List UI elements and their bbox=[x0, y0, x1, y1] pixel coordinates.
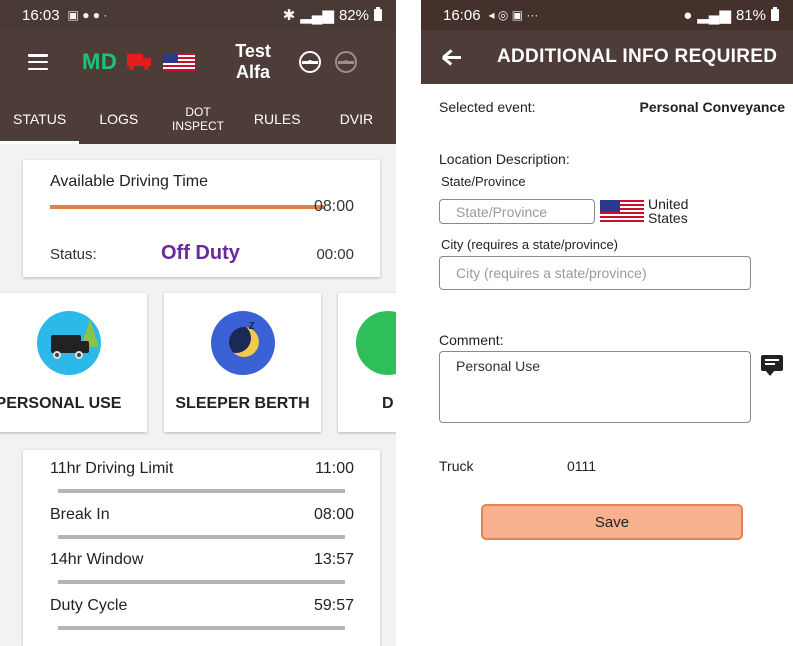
logs-screen: 16:03 ▣ ● ● · ✱ ▂▄▆ 82% MD Test Alfa STA… bbox=[0, 0, 396, 646]
city-input[interactable]: City (requires a state/province) bbox=[439, 256, 751, 290]
truck-value: 0111 bbox=[567, 458, 597, 474]
limit-name: Break In bbox=[50, 506, 110, 523]
bluetooth-icon: ✱ bbox=[282, 7, 296, 24]
app-bar: MD Test Alfa bbox=[0, 30, 396, 94]
us-flag-icon bbox=[163, 53, 196, 71]
screen-divider bbox=[396, 0, 421, 646]
limit-row: 14hr Window 13:57 bbox=[23, 541, 380, 587]
system-icons: ● ▂▄▆ 81% bbox=[683, 6, 779, 24]
available-driving-card: Available Driving Time 08:00 Status: Off… bbox=[23, 160, 380, 277]
limit-value: 59:57 bbox=[313, 597, 354, 614]
signal-icon: ▂▄▆ bbox=[697, 7, 731, 24]
limit-name: 14hr Window bbox=[50, 551, 144, 568]
sleeper-berth-card[interactable]: z SLEEPER BERTH bbox=[164, 293, 321, 432]
selected-event-value: Personal Conveyance bbox=[639, 99, 785, 115]
status-bar: 16:06 ◂ ◎ ▣ ··· ● ▂▄▆ 81% bbox=[421, 0, 793, 30]
limit-progress bbox=[58, 535, 345, 539]
md-label: MD bbox=[82, 49, 118, 74]
available-driving-progress bbox=[50, 205, 324, 209]
limit-row: Duty Cycle 59:57 bbox=[23, 587, 380, 633]
status-time: 00:00 bbox=[316, 246, 354, 263]
country-selector[interactable]: United States bbox=[648, 197, 688, 225]
limit-progress bbox=[58, 626, 345, 630]
driving-label: D bbox=[382, 395, 394, 412]
location-description-label: Location Description: bbox=[439, 151, 570, 167]
status-label: Status: bbox=[50, 246, 97, 263]
limit-name: 11hr Driving Limit bbox=[50, 460, 174, 477]
personal-use-card[interactable]: PERSONAL USE bbox=[0, 293, 147, 432]
available-driving-time: 08:00 bbox=[313, 198, 354, 215]
menu-icon[interactable] bbox=[28, 54, 48, 70]
location-icon: ● bbox=[683, 6, 693, 24]
available-driving-title: Available Driving Time bbox=[50, 173, 208, 190]
driving-icon bbox=[356, 311, 396, 375]
battery-level: 81% bbox=[735, 6, 766, 24]
us-flag-icon[interactable] bbox=[600, 200, 644, 222]
limit-progress bbox=[58, 489, 345, 493]
comment-textarea[interactable]: Personal Use bbox=[439, 351, 751, 423]
tab-dot-inspect[interactable]: DOT INSPECT bbox=[158, 94, 237, 144]
system-icons: ✱ ▂▄▆ 82% bbox=[283, 6, 382, 24]
battery-icon bbox=[771, 7, 779, 21]
state-province-label: State/Province bbox=[441, 174, 526, 189]
tab-bar: STATUS LOGS DOT INSPECT RULES DVIR bbox=[0, 94, 396, 144]
limit-row: Break In 08:00 bbox=[23, 496, 380, 542]
limit-value: 08:00 bbox=[313, 506, 354, 523]
battery-icon bbox=[374, 7, 382, 21]
city-label: City (requires a state/province) bbox=[441, 237, 619, 252]
page-title: ADDITIONAL INFO REQUIRED bbox=[497, 46, 778, 67]
status-bar: 16:03 ▣ ● ● · ✱ ▂▄▆ 82% bbox=[0, 0, 396, 30]
personal-use-icon bbox=[36, 311, 101, 375]
steering-wheel-secondary-icon[interactable] bbox=[334, 51, 357, 73]
comment-label: Comment: bbox=[439, 332, 504, 348]
additional-info-screen: 16:06 ◂ ◎ ▣ ··· ● ▂▄▆ 81% ADDITIONAL INF… bbox=[421, 0, 793, 646]
limit-value: 11:00 bbox=[315, 460, 354, 477]
tab-logs[interactable]: LOGS bbox=[79, 94, 158, 144]
clock: 16:03 bbox=[22, 6, 60, 24]
save-button[interactable]: Save bbox=[481, 504, 743, 540]
limits-card: 11hr Driving Limit 11:00 Break In 08:00 … bbox=[23, 450, 380, 646]
comment-icon[interactable] bbox=[761, 355, 783, 376]
tab-status[interactable]: STATUS bbox=[0, 94, 80, 144]
signal-icon: ▂▄▆ bbox=[300, 7, 334, 24]
notification-icons: ◂ ◎ ▣ ··· bbox=[488, 8, 539, 22]
battery-level: 82% bbox=[338, 6, 369, 24]
tab-rules[interactable]: RULES bbox=[238, 94, 317, 144]
sleeper-berth-icon: z bbox=[210, 311, 275, 375]
tab-dvir[interactable]: DVIR bbox=[317, 94, 396, 144]
driver-name: Test Alfa bbox=[235, 41, 271, 82]
truck-label: Truck bbox=[439, 458, 474, 474]
limit-progress bbox=[58, 580, 345, 584]
sleeper-berth-label: SLEEPER BERTH bbox=[175, 395, 310, 412]
limit-row: 11hr Driving Limit 11:00 bbox=[23, 450, 380, 496]
limit-name: Duty Cycle bbox=[50, 597, 128, 614]
status-value: Off Duty bbox=[161, 242, 240, 264]
driving-card[interactable]: D bbox=[338, 293, 396, 432]
steering-wheel-icon[interactable] bbox=[298, 51, 321, 73]
selected-event-label: Selected event: bbox=[439, 99, 536, 115]
clock: 16:06 bbox=[443, 6, 481, 24]
state-province-input[interactable]: State/Province bbox=[439, 199, 595, 224]
back-arrow-icon[interactable] bbox=[441, 46, 463, 68]
personal-use-label: PERSONAL USE bbox=[0, 395, 122, 412]
notification-icons: ▣ ● ● · bbox=[67, 8, 108, 22]
limit-value: 13:57 bbox=[313, 551, 354, 568]
truck-icon bbox=[127, 54, 153, 70]
app-bar: ADDITIONAL INFO REQUIRED bbox=[421, 30, 793, 84]
